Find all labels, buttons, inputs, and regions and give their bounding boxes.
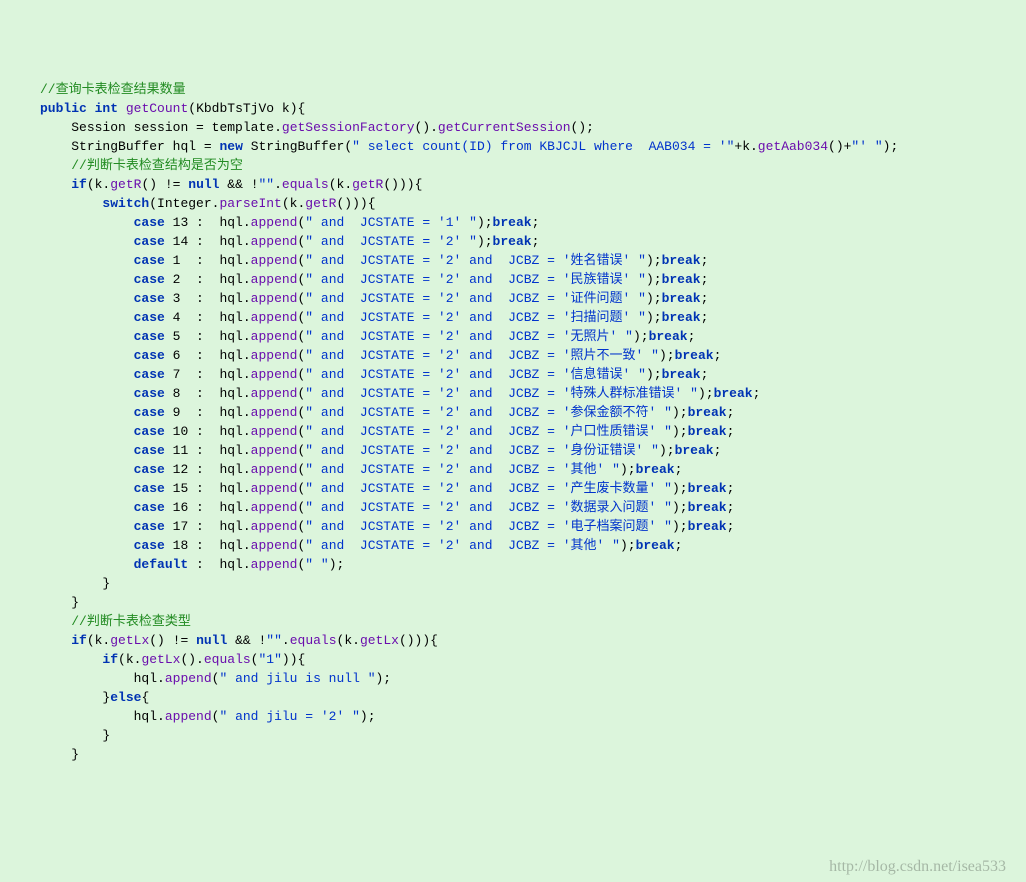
code-block: //查询卡表检查结果数量public int getCount(KbdbTsTj… — [0, 80, 1026, 764]
watermark-text: http://blog.csdn.net/isea533 — [829, 857, 1006, 876]
